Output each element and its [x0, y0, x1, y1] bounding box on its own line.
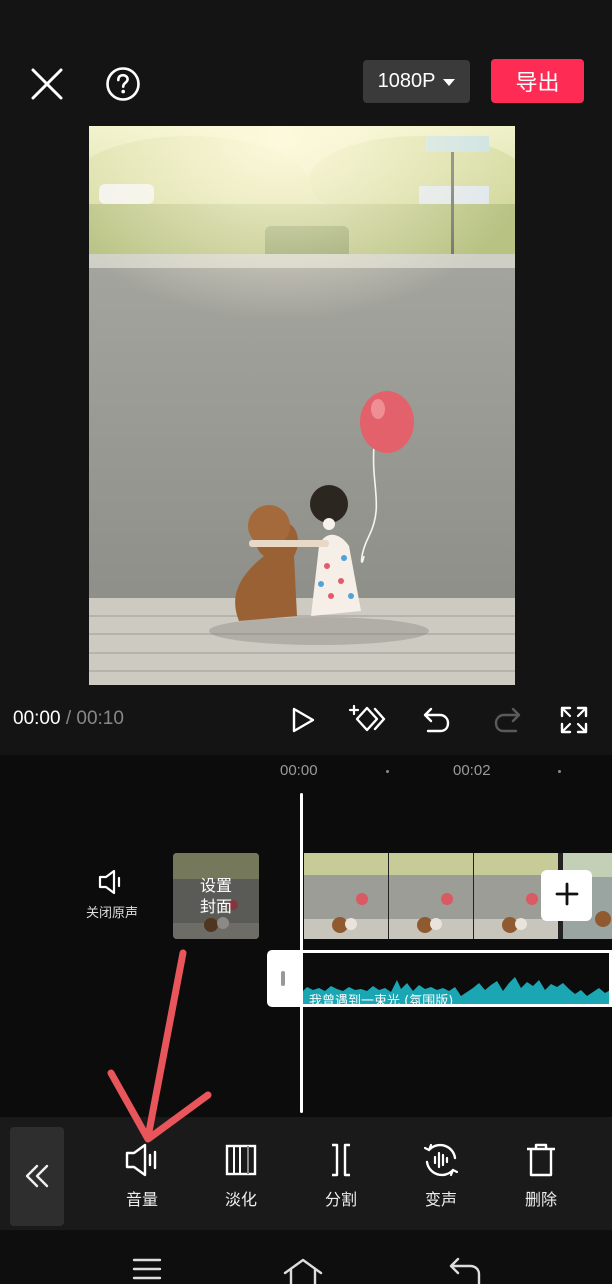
total-time: 00:10: [76, 708, 124, 729]
fade-icon: [221, 1140, 261, 1180]
time-separator: /: [65, 708, 72, 729]
home-icon[interactable]: [282, 1256, 324, 1284]
tool-label: 变声: [424, 1190, 457, 1209]
help-icon[interactable]: [105, 66, 141, 102]
split-icon: [321, 1140, 361, 1180]
play-icon[interactable]: [288, 705, 318, 735]
export-button[interactable]: 导出: [491, 59, 584, 103]
back-icon[interactable]: [448, 1257, 482, 1284]
cover-label-line2: 封面: [199, 897, 232, 916]
resolution-value: 1080P: [377, 70, 436, 92]
tool-fade[interactable]: 淡化: [201, 1140, 281, 1210]
ruler-tick-label: 00:02: [453, 762, 491, 779]
time-readout: 00:00 / 00:10: [13, 708, 124, 730]
delete-icon: [521, 1140, 561, 1180]
ruler-dot: [558, 770, 561, 773]
tool-label: 淡化: [224, 1190, 257, 1209]
caret-down-icon: [443, 79, 456, 86]
mute-original-sound-button[interactable]: 关闭原声: [78, 868, 146, 921]
video-thumbnail: [389, 853, 473, 939]
voice-change-icon: [421, 1140, 461, 1180]
speaker-icon: [97, 868, 127, 896]
video-preview[interactable]: [89, 126, 515, 685]
tool-split[interactable]: 分割: [301, 1140, 381, 1210]
video-thumbnail: [304, 853, 388, 939]
tool-label: 分割: [324, 1190, 357, 1209]
audio-trim-handle[interactable]: [267, 950, 301, 1007]
fullscreen-icon[interactable]: [559, 705, 589, 735]
tool-label: 删除: [524, 1190, 557, 1209]
audio-track[interactable]: 我曾遇到一束光 (氛围版): [301, 950, 612, 1007]
audio-track-name: 我曾遇到一束光 (氛围版): [309, 994, 454, 1007]
ruler-dot: [386, 770, 389, 773]
menu-icon[interactable]: [132, 1257, 162, 1281]
set-cover-button[interactable]: 设置 封面: [173, 853, 259, 939]
mute-original-label: 关闭原声: [85, 906, 138, 921]
double-chevron-left-icon: [24, 1163, 50, 1189]
close-icon[interactable]: [30, 67, 64, 101]
redo-icon[interactable]: [492, 705, 522, 735]
volume-icon: [122, 1140, 162, 1180]
undo-icon[interactable]: [422, 705, 452, 735]
current-time: 00:00: [13, 708, 61, 729]
add-clip-button[interactable]: [541, 870, 592, 921]
tool-volume[interactable]: 音量: [102, 1140, 182, 1210]
plus-icon: [555, 882, 579, 910]
cover-label: 设置 封面: [173, 875, 259, 917]
cover-label-line1: 设置: [199, 876, 232, 895]
tool-delete[interactable]: 删除: [501, 1140, 581, 1210]
tool-label: 音量: [125, 1190, 158, 1209]
ruler-tick-label: 00:00: [280, 762, 318, 779]
collapse-button[interactable]: [10, 1127, 64, 1226]
tool-voice-change[interactable]: 变声: [401, 1140, 481, 1210]
playhead[interactable]: [300, 793, 303, 1113]
keyframe-icon[interactable]: [348, 703, 386, 735]
resolution-dropdown[interactable]: 1080P: [363, 60, 470, 103]
